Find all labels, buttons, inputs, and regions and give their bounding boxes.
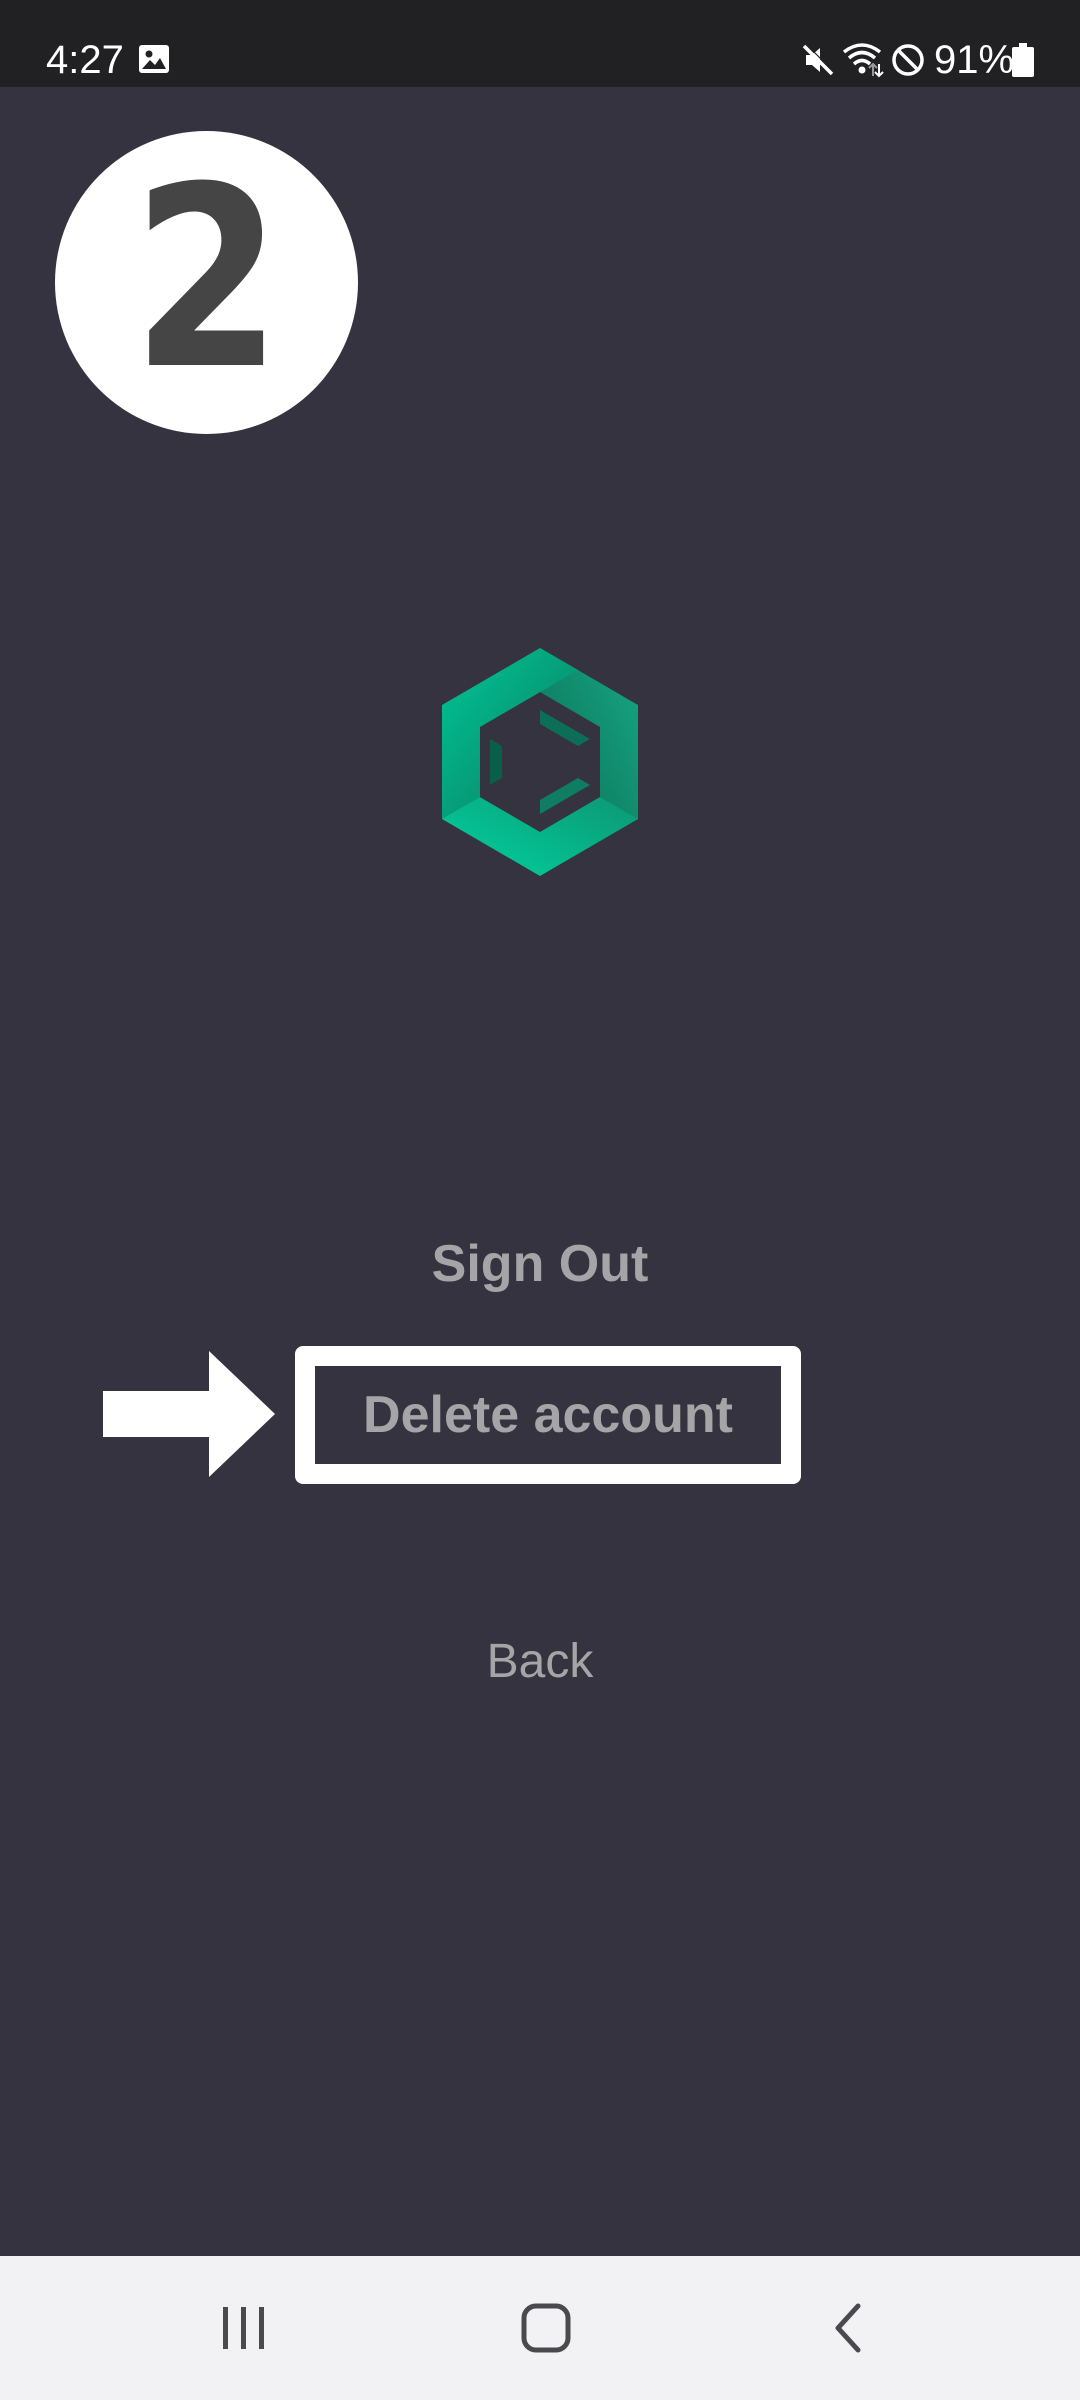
system-navigation-bar [0, 2256, 1080, 2400]
wifi-icon [842, 43, 884, 78]
home-button[interactable] [501, 2286, 591, 2370]
back-button[interactable]: Back [390, 1630, 690, 1694]
recents-icon [223, 2307, 264, 2349]
mute-icon [802, 43, 835, 76]
arrow-right-icon [103, 1351, 275, 1477]
sign-out-button[interactable]: Sign Out [340, 1232, 740, 1296]
delete-account-screen: 4:27 91% 2 Sign Out Delete account Back [0, 0, 1080, 2400]
step-number: 2 [131, 132, 282, 424]
recents-button[interactable] [199, 2286, 289, 2370]
status-time: 4:27 [46, 38, 124, 82]
do-not-disturb-icon [892, 44, 924, 76]
home-icon [521, 2303, 571, 2353]
battery-percent: 91% [934, 38, 1015, 82]
delete-account-button[interactable]: Delete account [315, 1366, 781, 1464]
gallery-icon [139, 45, 169, 73]
step-number-badge: 2 [55, 131, 358, 434]
status-bar: 4:27 91% [0, 0, 1080, 87]
battery-icon [1012, 43, 1034, 77]
back-icon [835, 2303, 861, 2353]
back-nav-button[interactable] [803, 2286, 893, 2370]
hexagon-logo-icon [442, 648, 638, 876]
